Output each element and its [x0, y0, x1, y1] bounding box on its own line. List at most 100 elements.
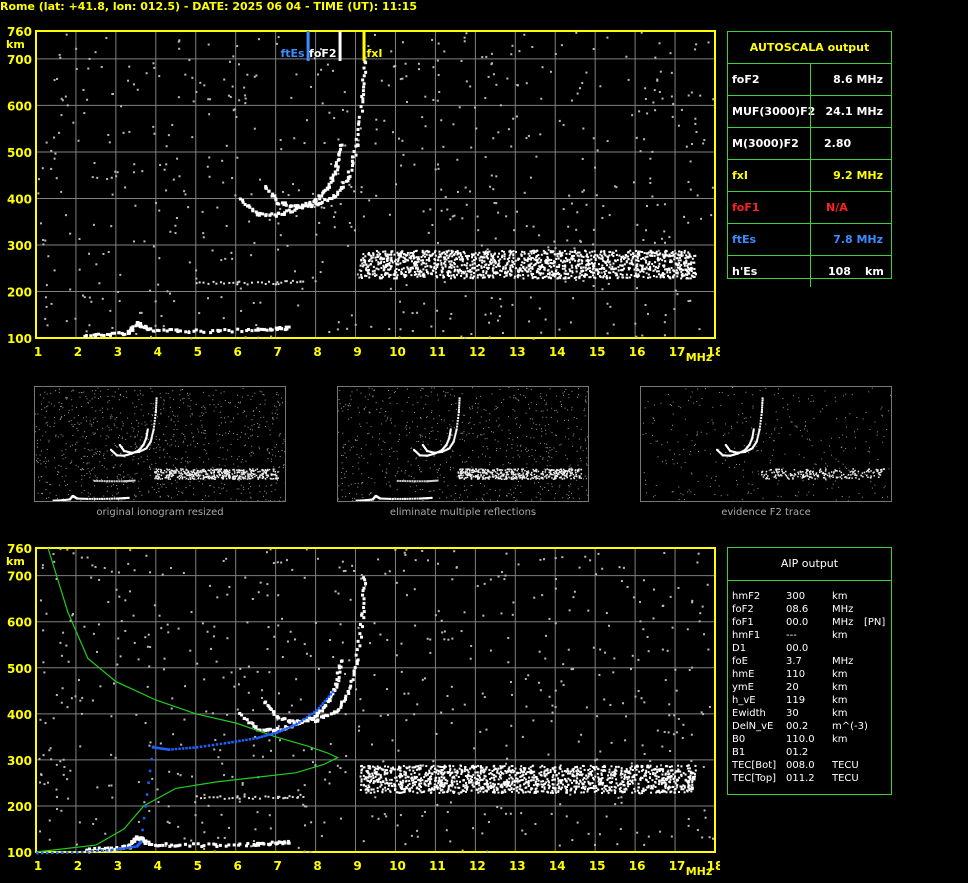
- noise-point: [50, 167, 53, 170]
- spread-f-point: [520, 765, 523, 768]
- f2-extraordinary-trace: [361, 78, 365, 82]
- spread-f-point: [450, 274, 453, 277]
- noise-point: [694, 48, 697, 51]
- spread-f-point: [610, 789, 613, 792]
- spread-f-point: [536, 258, 539, 261]
- spread-f-point: [681, 269, 684, 272]
- spread-f-point: [589, 276, 592, 279]
- spread-f-point: [688, 776, 691, 779]
- x-tick-label: 15: [589, 859, 606, 873]
- spread-f-point: [515, 251, 518, 254]
- noise-point: [450, 312, 453, 315]
- noise-point: [663, 730, 666, 733]
- spread-f-point: [538, 272, 541, 275]
- noise-point: [360, 577, 363, 580]
- spread-f-point: [433, 262, 436, 265]
- spread-f-point: [582, 765, 585, 768]
- spread-f-point: [615, 249, 618, 252]
- spread-f-point: [433, 788, 436, 791]
- noise-point: [488, 336, 491, 339]
- noise-point: [46, 324, 49, 327]
- spread-f-point: [562, 277, 565, 280]
- spread-f-point: [558, 250, 561, 253]
- spread-f-point: [611, 265, 614, 268]
- spread-f-point: [545, 773, 548, 776]
- noise-point: [488, 321, 491, 324]
- thumb-noise: [94, 452, 96, 454]
- noise-point: [39, 222, 42, 225]
- spread-f-point: [551, 776, 554, 779]
- spread-f-point: [636, 765, 639, 768]
- noise-point: [599, 648, 602, 651]
- noise-point: [318, 221, 321, 224]
- noise-point: [704, 816, 707, 819]
- noise-point: [380, 79, 383, 82]
- spread-f-point: [577, 263, 580, 266]
- noise-point: [261, 755, 264, 758]
- noise-point: [144, 636, 147, 639]
- spread-f-point: [497, 778, 500, 781]
- noise-point: [91, 176, 94, 179]
- spread-f-point: [586, 790, 589, 793]
- true-height-point: [263, 734, 266, 738]
- spread-f-point: [523, 251, 526, 254]
- spread-f-point: [368, 253, 371, 256]
- spread-f-point: [410, 260, 413, 263]
- spread-f-point: [564, 265, 567, 268]
- noise-point: [280, 617, 283, 620]
- noise-point: [562, 208, 565, 211]
- noise-point: [437, 562, 440, 565]
- spread-f-point: [373, 272, 376, 275]
- noise-point: [511, 613, 514, 616]
- noise-point: [369, 642, 372, 645]
- spread-f-point: [506, 258, 509, 261]
- spread-f-point: [496, 771, 499, 774]
- spread-f-point: [491, 770, 494, 773]
- spread-f-point: [359, 775, 362, 778]
- spread-f-point: [483, 266, 486, 269]
- spread-f-point: [631, 779, 634, 782]
- noise-point: [59, 548, 62, 551]
- noise-point: [404, 843, 407, 846]
- aip-ionogram-chart: 1 2 3 4 5 6 7 8 9 10 11 12 13 14 15 16 17 181002003004005…: [6, 542, 720, 878]
- spread-f-point: [567, 783, 570, 786]
- true-height-point: [248, 738, 252, 741]
- spread-f-point: [653, 254, 656, 257]
- noise-point: [651, 150, 654, 153]
- spread-f-point: [622, 783, 625, 786]
- noise-point: [691, 599, 694, 602]
- noise-point: [360, 574, 363, 577]
- spread-f-point: [470, 789, 473, 792]
- spread-f-point: [607, 271, 610, 274]
- spread-f-point: [650, 784, 653, 787]
- noise-point: [266, 647, 269, 650]
- spread-f-point: [606, 255, 609, 258]
- noise-point: [389, 287, 392, 290]
- spread-f-point: [614, 267, 617, 270]
- spread-f-point: [625, 768, 628, 771]
- noise-point: [406, 100, 409, 103]
- spread-f-point: [582, 255, 585, 258]
- noise-point: [469, 657, 472, 660]
- spread-f-point: [376, 773, 379, 776]
- spread-f-point: [580, 267, 583, 270]
- true-height-point: [268, 733, 271, 736]
- noise-point: [547, 246, 550, 249]
- noise-point: [647, 650, 650, 653]
- noise-point: [313, 205, 316, 208]
- spread-f-point: [499, 784, 502, 787]
- noise-point: [395, 654, 398, 657]
- spread-f-point: [440, 772, 443, 775]
- noise-point: [569, 793, 572, 796]
- noise-point: [570, 202, 573, 205]
- noise-point: [79, 699, 82, 702]
- noise-point: [339, 623, 342, 626]
- spread-f-point: [471, 267, 474, 270]
- e-layer-trace: [240, 330, 244, 334]
- spread-f-point: [390, 778, 393, 781]
- spread-f-point: [456, 783, 459, 786]
- spread-f-point: [671, 275, 674, 278]
- spread-f-point: [363, 259, 366, 262]
- spread-f-point: [367, 780, 370, 783]
- true-height-point: [195, 746, 199, 749]
